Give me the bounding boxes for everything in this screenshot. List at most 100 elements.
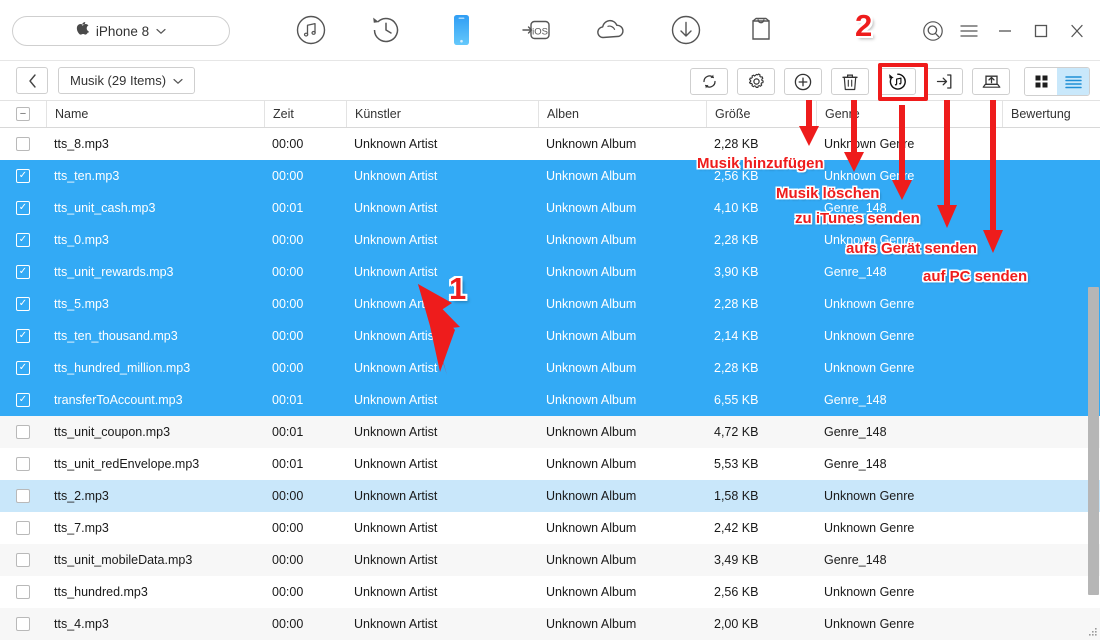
table-row[interactable]: tts_7.mp3 00:00 Unknown Artist Unknown Albu…	[0, 512, 1100, 544]
vertical-scrollbar[interactable]	[1087, 128, 1100, 640]
row-cell-groesse: 2,14 KB	[714, 329, 759, 343]
table-row[interactable]: ✓ tts_hundred_million.mp3 00:00 Unknown Art…	[0, 352, 1100, 384]
hamburger-menu-icon[interactable]	[958, 20, 980, 42]
row-checkbox[interactable]: ✓	[16, 393, 30, 407]
row-checkbox-cell[interactable]: ✓	[0, 320, 46, 352]
table-row[interactable]: ✓ tts_unit_cash.mp3 00:01 Unknown Artist Unk…	[0, 192, 1100, 224]
close-icon[interactable]	[1066, 20, 1088, 42]
row-checkbox[interactable]	[16, 137, 30, 151]
refresh-button[interactable]	[690, 68, 728, 95]
grid-view-icon[interactable]	[1025, 68, 1057, 95]
list-view-icon[interactable]	[1057, 68, 1089, 95]
row-checkbox-cell[interactable]: ✓	[0, 160, 46, 192]
minimize-icon[interactable]	[994, 20, 1016, 42]
row-checkbox[interactable]: ✓	[16, 297, 30, 311]
nav-restore-history-icon[interactable]	[367, 8, 405, 52]
row-cell-zeit: 00:01	[272, 393, 304, 407]
row-cell-alben: Unknown Album	[546, 553, 637, 567]
table-row[interactable]: ✓ tts_0.mp3 00:00 Unknown Artist Unknown Alb…	[0, 224, 1100, 256]
row-cell-genre: Unknown Genre	[824, 137, 915, 151]
row-cell-kuenstler: Unknown Artist	[354, 617, 438, 631]
nav-device-phone-icon[interactable]	[442, 8, 480, 52]
row-checkbox-cell[interactable]	[0, 544, 46, 576]
app-window: iPhone 8 iOS Musik (29 Items) − Name Zei…	[0, 0, 1100, 640]
table-row[interactable]: tts_8.mp3 00:00 Unknown Artist Unknown Albu…	[0, 128, 1100, 160]
table-row[interactable]: tts_hundred.mp3 00:00 Unknown Artist Unknow…	[0, 576, 1100, 608]
row-cell-genre: Unknown Genre	[824, 361, 915, 375]
breadcrumb[interactable]: Musik (29 Items)	[58, 67, 196, 94]
row-checkbox[interactable]	[16, 489, 30, 503]
send-to-device-button[interactable]	[925, 68, 963, 95]
row-checkbox-cell[interactable]	[0, 128, 46, 160]
column-header-zeit[interactable]: Zeit	[264, 101, 346, 127]
row-checkbox-cell[interactable]	[0, 416, 46, 448]
row-checkbox[interactable]	[16, 521, 30, 535]
row-checkbox-cell[interactable]: ✓	[0, 256, 46, 288]
row-checkbox-cell[interactable]: ✓	[0, 352, 46, 384]
table-row[interactable]: ✓ tts_ten_thousand.mp3 00:00 Unknown Artist…	[0, 320, 1100, 352]
nav-download-icon[interactable]	[667, 8, 705, 52]
nav-to-ios-icon[interactable]: iOS	[517, 8, 555, 52]
row-checkbox-cell[interactable]	[0, 608, 46, 640]
column-header-groesse[interactable]: Größe	[706, 101, 816, 127]
row-checkbox[interactable]: ✓	[16, 329, 30, 343]
row-checkbox-cell[interactable]: ✓	[0, 288, 46, 320]
row-cell-kuenstler: Unknown Artist	[354, 553, 438, 567]
row-cell-alben: Unknown Album	[546, 233, 637, 247]
row-checkbox[interactable]	[16, 617, 30, 631]
table-row[interactable]: ✓ tts_unit_rewards.mp3 00:00 Unknown Artist…	[0, 256, 1100, 288]
table-row[interactable]: ✓ tts_5.mp3 00:00 Unknown Artist Unknown Alb…	[0, 288, 1100, 320]
select-all-checkbox-cell[interactable]: −	[0, 101, 46, 127]
row-checkbox-cell[interactable]	[0, 512, 46, 544]
row-cell-zeit: 00:00	[272, 361, 304, 375]
search-icon[interactable]	[922, 20, 944, 42]
row-checkbox-cell[interactable]	[0, 576, 46, 608]
row-checkbox-cell[interactable]	[0, 448, 46, 480]
device-selector[interactable]: iPhone 8	[12, 16, 230, 46]
row-cell-kuenstler: Unknown Artist	[354, 489, 438, 503]
row-checkbox[interactable]: ✓	[16, 169, 30, 183]
sub-toolbar: Musik (29 Items)	[0, 61, 1100, 101]
add-music-button[interactable]	[784, 68, 822, 95]
maximize-icon[interactable]	[1030, 20, 1052, 42]
row-checkbox[interactable]	[16, 425, 30, 439]
nav-itunes-library-icon[interactable]	[292, 8, 330, 52]
row-checkbox-cell[interactable]	[0, 480, 46, 512]
row-checkbox[interactable]: ✓	[16, 361, 30, 375]
row-cell-bewertung	[1002, 480, 1100, 512]
row-checkbox-cell[interactable]: ✓	[0, 192, 46, 224]
row-checkbox[interactable]	[16, 457, 30, 471]
column-header-genre[interactable]: Genre	[816, 101, 1002, 127]
send-to-itunes-button[interactable]	[878, 68, 916, 95]
row-checkbox[interactable]: ✓	[16, 265, 30, 279]
table-row[interactable]: tts_unit_mobileData.mp3 00:00 Unknown Arti…	[0, 544, 1100, 576]
column-header-bewertung[interactable]: Bewertung	[1002, 101, 1100, 127]
nav-cloud-icon[interactable]	[592, 8, 630, 52]
row-checkbox[interactable]	[16, 553, 30, 567]
delete-music-button[interactable]	[831, 68, 869, 95]
column-header-kuenstler[interactable]: Künstler	[346, 101, 538, 127]
table-row[interactable]: tts_unit_redEnvelope.mp3 00:01 Unknown Art…	[0, 448, 1100, 480]
column-header-name[interactable]: Name	[46, 101, 264, 127]
row-cell-alben: Unknown Album	[546, 297, 637, 311]
table-row[interactable]: tts_unit_coupon.mp3 00:01 Unknown Artist Un…	[0, 416, 1100, 448]
row-checkbox[interactable]	[16, 585, 30, 599]
window-resize-grip[interactable]	[1086, 626, 1098, 638]
nav-toolbox-shirt-icon[interactable]	[742, 8, 780, 52]
column-header-alben[interactable]: Alben	[538, 101, 706, 127]
scrollbar-thumb[interactable]	[1088, 287, 1099, 595]
table-row[interactable]: tts_2.mp3 00:00 Unknown Artist Unknown Albu…	[0, 480, 1100, 512]
row-cell-name: tts_0.mp3	[54, 233, 109, 247]
back-button[interactable]	[16, 67, 48, 94]
settings-button[interactable]	[737, 68, 775, 95]
select-all-checkbox[interactable]: −	[16, 107, 30, 121]
send-to-pc-button[interactable]	[972, 68, 1010, 95]
table-row[interactable]: ✓ transferToAccount.mp3 00:01 Unknown Artis…	[0, 384, 1100, 416]
row-checkbox-cell[interactable]: ✓	[0, 384, 46, 416]
table-row[interactable]: ✓ tts_ten.mp3 00:00 Unknown Artist Unknown A…	[0, 160, 1100, 192]
row-checkbox[interactable]: ✓	[16, 233, 30, 247]
row-checkbox-cell[interactable]: ✓	[0, 224, 46, 256]
view-mode-group	[1024, 67, 1090, 96]
row-checkbox[interactable]: ✓	[16, 201, 30, 215]
table-row[interactable]: tts_4.mp3 00:00 Unknown Artist Unknown Albu…	[0, 608, 1100, 640]
